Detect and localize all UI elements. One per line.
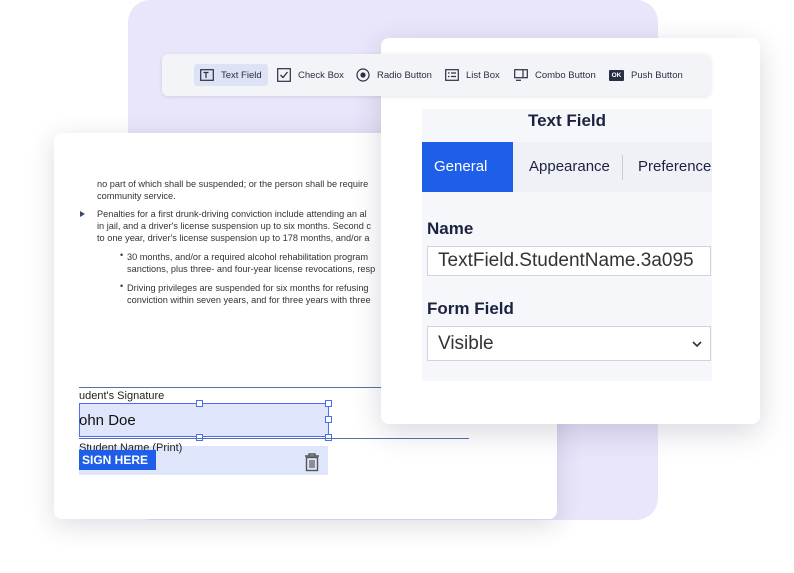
signature-value: ohn Doe xyxy=(79,412,136,429)
trash-icon[interactable] xyxy=(303,452,321,472)
checkbox-icon xyxy=(277,68,291,82)
bullet-arrow-icon xyxy=(80,211,85,217)
list-box-tool[interactable]: List Box xyxy=(445,64,500,86)
tab-preferences[interactable]: Preferences xyxy=(638,142,712,192)
properties-body: Text Field General Appearance Preference… xyxy=(422,109,712,381)
doc-line: to one year, driver's license suspension… xyxy=(97,233,370,243)
text-field-icon xyxy=(200,69,214,81)
doc-line: sanctions, plus three- and four-year lic… xyxy=(127,264,376,274)
panel-title: Text Field xyxy=(527,111,607,130)
bullet-dot-icon: • xyxy=(120,281,124,291)
form-tools-toolbar: Text Field Check Box Radio Button List B… xyxy=(162,54,711,96)
push-button-tool[interactable]: OK Push Button xyxy=(609,64,683,86)
name-input[interactable] xyxy=(427,246,711,276)
name-line xyxy=(79,438,469,439)
resize-handle[interactable] xyxy=(325,416,332,423)
tab-bar: General Appearance Preferences xyxy=(422,142,712,192)
combo-button-label: Combo Button xyxy=(535,69,596,81)
sign-here-button[interactable]: SIGN HERE xyxy=(79,450,157,470)
doc-line: Penalties for a first drunk-driving conv… xyxy=(97,209,367,219)
combo-button-tool[interactable]: Combo Button xyxy=(514,64,596,86)
resize-handle[interactable] xyxy=(325,400,332,407)
doc-line: in jail, and a driver's license suspensi… xyxy=(97,221,371,231)
doc-line: 30 months, and/or a required alcohol reh… xyxy=(127,252,369,262)
tab-appearance[interactable]: Appearance xyxy=(529,142,610,192)
radio-button-icon xyxy=(356,68,370,82)
doc-line: community service. xyxy=(97,191,176,201)
doc-line: Driving privileges are suspended for six… xyxy=(127,283,369,293)
push-button-label: Push Button xyxy=(631,69,683,81)
text-field-tool[interactable]: Text Field xyxy=(194,64,268,86)
chevron-down-icon xyxy=(692,341,702,348)
check-box-tool[interactable]: Check Box xyxy=(277,64,344,86)
list-box-label: List Box xyxy=(466,69,500,81)
list-box-icon xyxy=(445,69,459,81)
signature-line xyxy=(79,387,382,388)
resize-handle[interactable] xyxy=(196,400,203,407)
radio-button-label: Radio Button xyxy=(377,69,432,81)
tab-general[interactable]: General xyxy=(422,142,513,192)
push-button-icon: OK xyxy=(609,69,624,81)
doc-line: conviction within seven years, and for t… xyxy=(127,295,371,305)
combo-button-icon xyxy=(514,69,528,81)
doc-line: no part of which shall be suspended; or … xyxy=(97,179,369,189)
name-label: Name xyxy=(427,219,474,238)
form-field-select[interactable]: Visible xyxy=(427,326,711,361)
radio-button-tool[interactable]: Radio Button xyxy=(356,64,432,86)
check-box-label: Check Box xyxy=(298,69,344,81)
push-button-badge: OK xyxy=(611,71,622,79)
form-field-value: Visible xyxy=(438,333,494,354)
form-field-label: Form Field xyxy=(427,299,514,318)
bullet-dot-icon: • xyxy=(120,250,124,260)
text-field-label: Text Field xyxy=(221,69,262,81)
tab-divider xyxy=(622,155,623,180)
signature-label: udent's Signature xyxy=(79,390,165,402)
